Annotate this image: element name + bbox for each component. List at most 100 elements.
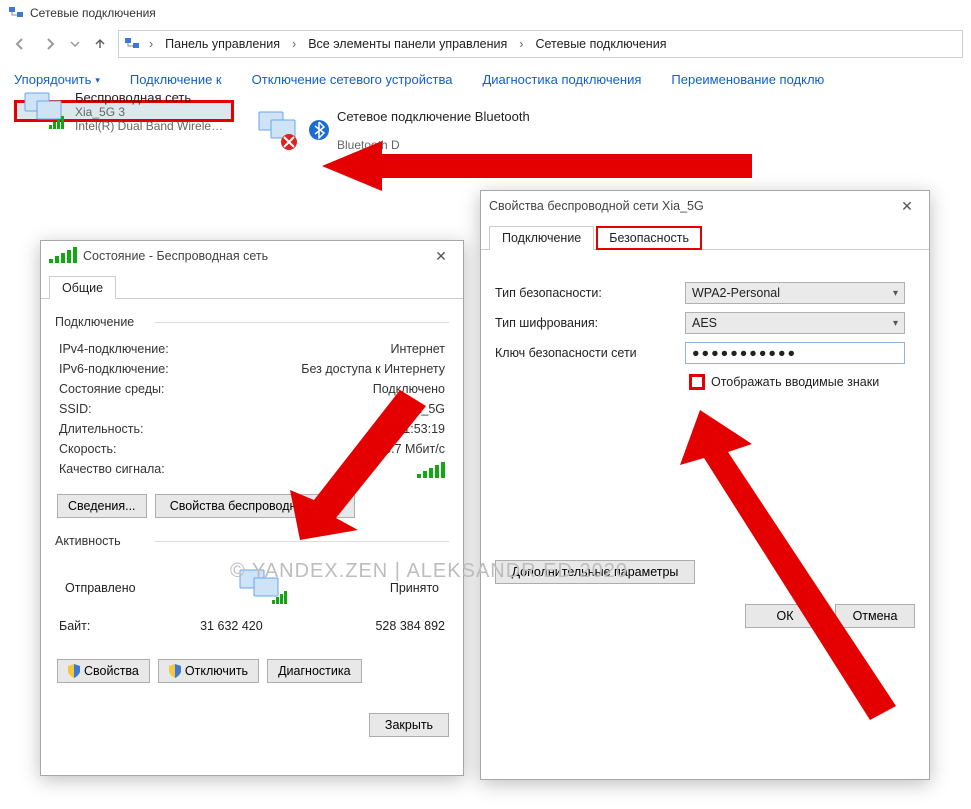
- tab-connection[interactable]: Подключение: [489, 226, 594, 250]
- chevron-down-icon: ▾: [95, 75, 100, 86]
- rename-button[interactable]: Переименование подклю: [671, 72, 824, 87]
- media-label: Состояние среды:: [59, 382, 164, 396]
- organize-label: Упорядочить: [14, 72, 91, 87]
- bottom-button-row: Свойства Отключить Диагностика: [55, 649, 449, 693]
- window-titlebar: Сетевые подключения: [0, 0, 971, 26]
- dialog-titlebar[interactable]: Свойства беспроводной сети Xia_5G ✕: [481, 191, 929, 221]
- connection-title: Беспроводная сеть: [75, 90, 225, 105]
- breadcrumb-network-connections[interactable]: Сетевые подключения: [529, 31, 672, 57]
- breadcrumb-all-items[interactable]: Все элементы панели управления: [302, 31, 513, 57]
- address-bar: › Панель управления › Все элементы панел…: [0, 26, 971, 62]
- monitor-icon: [257, 110, 301, 150]
- row-network-key: Ключ безопасности сети ●●●●●●●●●●●: [495, 342, 915, 364]
- chevron-right-icon[interactable]: ›: [288, 37, 300, 51]
- dialog-body: Подключение IPv4-подключение:Интернет IP…: [41, 299, 463, 703]
- signal-icon: [49, 247, 77, 266]
- bluetooth-icon-wrap: [309, 120, 329, 140]
- button-row: Сведения... Свойства беспроводной сети: [55, 484, 449, 528]
- close-button[interactable]: ✕: [427, 246, 455, 266]
- signal-label: Качество сигнала:: [59, 462, 165, 481]
- network-key-input[interactable]: ●●●●●●●●●●●: [685, 342, 905, 364]
- duration-label: Длительность:: [59, 422, 144, 436]
- network-key-value: ●●●●●●●●●●●: [692, 346, 797, 360]
- bluetooth-icon: [309, 120, 329, 140]
- dialog-titlebar[interactable]: Состояние - Беспроводная сеть ✕: [41, 241, 463, 271]
- ipv4-value: Интернет: [390, 342, 445, 356]
- connection-adapter: Bluetooth D: [337, 138, 569, 152]
- properties-label: Свойства: [84, 664, 139, 678]
- ssid-label: SSID:: [59, 402, 92, 416]
- ok-button[interactable]: ОК: [745, 604, 825, 628]
- speed-value: 86.7 Мбит/с: [377, 442, 445, 456]
- disable-button[interactable]: Отключить: [158, 659, 259, 683]
- network-connections-icon: [121, 36, 143, 52]
- activity-icon: [236, 566, 290, 609]
- row-ipv6: IPv6-подключение:Без доступа к Интернету: [55, 359, 449, 379]
- network-connections-icon: [8, 5, 24, 21]
- duration-value: 01:53:19: [396, 422, 445, 436]
- connections-list: Беспроводная сеть Xia_5G 3 Intel(R) Dual…: [0, 96, 971, 164]
- dialog-title: Состояние - Беспроводная сеть: [83, 249, 268, 263]
- chevron-right-icon[interactable]: ›: [145, 37, 157, 51]
- security-type-select[interactable]: WPA2-Personal ▾: [685, 282, 905, 304]
- encryption-type-label: Тип шифрования:: [495, 316, 675, 330]
- security-type-label: Тип безопасности:: [495, 286, 675, 300]
- dialog-title: Свойства беспроводной сети Xia_5G: [489, 199, 704, 213]
- up-button[interactable]: [88, 32, 112, 56]
- encryption-type-select[interactable]: AES▾: [685, 312, 905, 334]
- breadcrumb[interactable]: › Панель управления › Все элементы панел…: [118, 30, 963, 58]
- window-title: Сетевые подключения: [30, 6, 156, 20]
- connection-item-bluetooth[interactable]: Сетевое подключение Bluetooth . Bluetoot…: [248, 100, 578, 160]
- advanced-settings-button[interactable]: Дополнительные параметры: [495, 560, 695, 584]
- sent-label: Отправлено: [65, 581, 136, 595]
- close-button[interactable]: Закрыть: [369, 713, 449, 737]
- breadcrumb-control-panel[interactable]: Панель управления: [159, 31, 286, 57]
- ipv6-label: IPv6-подключение:: [59, 362, 169, 376]
- monitor-icon: [23, 91, 67, 131]
- disable-device-button[interactable]: Отключение сетевого устройства: [252, 72, 453, 87]
- row-media: Состояние среды: Подключено: [55, 379, 449, 399]
- speed-label: Скорость:: [59, 442, 116, 456]
- close-button[interactable]: ✕: [893, 196, 921, 216]
- rename-label: Переименование подклю: [671, 72, 824, 87]
- dialog-footer: Закрыть: [41, 703, 463, 747]
- disable-label: Отключение сетевого устройства: [252, 72, 453, 87]
- details-button[interactable]: Сведения...: [57, 494, 147, 518]
- show-characters-checkbox[interactable]: [689, 374, 705, 390]
- connect-to-label: Подключение к: [130, 72, 222, 87]
- signal-bars-icon: [417, 462, 445, 481]
- tab-strip: Общие: [41, 271, 463, 299]
- dialog-footer: ОК Отмена: [481, 594, 929, 638]
- chevron-right-icon[interactable]: ›: [515, 37, 527, 51]
- media-value: Подключено: [373, 382, 445, 396]
- row-ssid: SSID:Xia_5G: [55, 399, 449, 419]
- tab-strip: Подключение Безопасность: [481, 221, 929, 250]
- back-button[interactable]: [8, 32, 32, 56]
- organize-button[interactable]: Упорядочить ▾: [14, 72, 100, 87]
- tab-general[interactable]: Общие: [49, 276, 116, 299]
- group-activity-label: Активность: [55, 534, 449, 548]
- activity-row: Отправлено Принято: [55, 558, 449, 617]
- wireless-properties-button[interactable]: Свойства беспроводной сети: [155, 494, 355, 518]
- connect-to-button[interactable]: Подключение к: [130, 72, 222, 87]
- diagnose-button[interactable]: Диагностика подключения: [482, 72, 641, 87]
- chevron-down-icon: ▾: [893, 318, 898, 329]
- wireless-properties-dialog: Свойства беспроводной сети Xia_5G ✕ Подк…: [480, 190, 930, 780]
- connection-ssid: Xia_5G 3: [75, 105, 225, 119]
- cancel-button[interactable]: Отмена: [835, 604, 915, 628]
- properties-button[interactable]: Свойства: [57, 659, 150, 683]
- forward-button[interactable]: [38, 32, 62, 56]
- tab-security[interactable]: Безопасность: [596, 226, 702, 250]
- diagnose-label: Диагностика подключения: [482, 72, 641, 87]
- chevron-down-icon: ▾: [893, 288, 898, 299]
- connection-title: Сетевое подключение Bluetooth: [337, 109, 569, 124]
- dialog-body: Тип безопасности: WPA2-Personal ▾ Тип шиф…: [481, 250, 929, 594]
- row-duration: Длительность: 01:53:19: [55, 419, 449, 439]
- status-dialog: Состояние - Беспроводная сеть ✕ Общие По…: [40, 240, 464, 776]
- history-dropdown-icon[interactable]: [68, 32, 82, 56]
- diagnostics-button[interactable]: Диагностика: [267, 659, 361, 683]
- connection-item-wireless[interactable]: Беспроводная сеть Xia_5G 3 Intel(R) Dual…: [14, 100, 234, 122]
- security-type-value: WPA2-Personal: [692, 286, 780, 300]
- network-key-label: Ключ безопасности сети: [495, 346, 675, 360]
- row-security-type: Тип безопасности: WPA2-Personal ▾: [495, 282, 915, 304]
